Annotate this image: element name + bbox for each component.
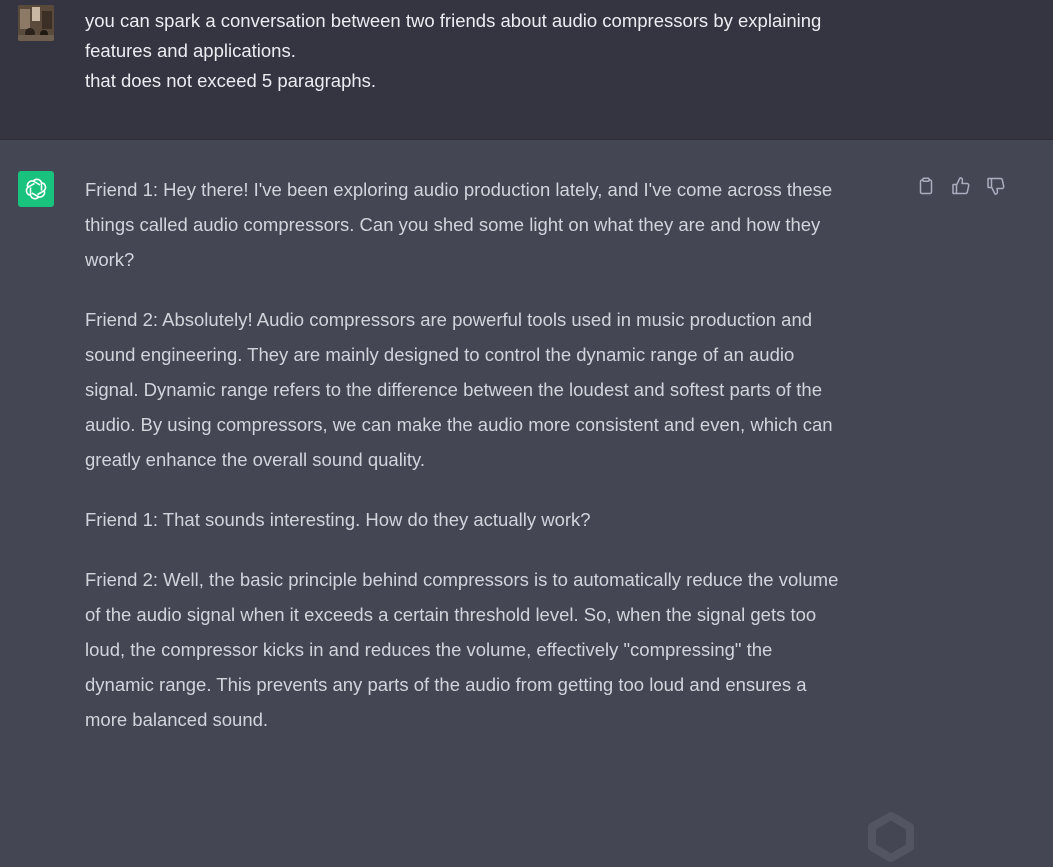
text-line: dynamic range. This prevents any parts o… (85, 674, 807, 695)
user-avatar (18, 5, 54, 41)
text-line: Friend 2: Well, the basic principle behi… (85, 569, 839, 590)
thumbs-up-icon (952, 177, 970, 195)
thumbs-down-icon (987, 177, 1005, 195)
paragraph: Friend 2: Absolutely! Audio compressors … (85, 302, 905, 477)
text-line: sound engineering. They are mainly desig… (85, 344, 795, 365)
user-line: you can spark a conversation between two… (85, 10, 822, 31)
paragraph: Friend 1: That sounds interesting. How d… (85, 502, 905, 537)
openai-logo-icon (18, 171, 54, 207)
user-message: you can spark a conversation between two… (0, 0, 1053, 140)
text-line: loud, the compressor kicks in and reduce… (85, 639, 773, 660)
text-line: Friend 1: Hey there! I've been exploring… (85, 179, 833, 200)
text-line: Friend 1: That sounds interesting. How d… (85, 509, 591, 530)
assistant-message: Friend 1: Hey there! I've been exploring… (0, 140, 1053, 862)
text-line: Friend 2: Absolutely! Audio compressors … (85, 309, 813, 330)
assistant-message-text: Friend 1: Hey there! I've been exploring… (85, 172, 905, 762)
user-line: features and applications. (85, 40, 296, 61)
paragraph: Friend 1: Hey there! I've been exploring… (85, 172, 905, 277)
user-message-text: you can spark a conversation between two… (85, 6, 905, 96)
text-line: more balanced sound. (85, 709, 269, 730)
message-actions (915, 175, 1007, 197)
text-line: greatly enhance the overall sound qualit… (85, 449, 426, 470)
copy-button[interactable] (915, 175, 937, 197)
user-line: that does not exceed 5 paragraphs. (85, 70, 377, 91)
paragraph: Friend 2: Well, the basic principle behi… (85, 562, 905, 737)
text-line: things called audio compressors. Can you… (85, 214, 821, 235)
text-line: work? (85, 249, 135, 270)
thumbs-up-button[interactable] (950, 175, 972, 197)
text-line: audio. By using compressors, we can make… (85, 414, 833, 435)
thumbs-down-button[interactable] (985, 175, 1007, 197)
copy-icon (919, 177, 933, 195)
text-line: of the audio signal when it exceeds a ce… (85, 604, 817, 625)
watermark-logo-icon (866, 812, 916, 862)
text-line: signal. Dynamic range refers to the diff… (85, 379, 823, 400)
